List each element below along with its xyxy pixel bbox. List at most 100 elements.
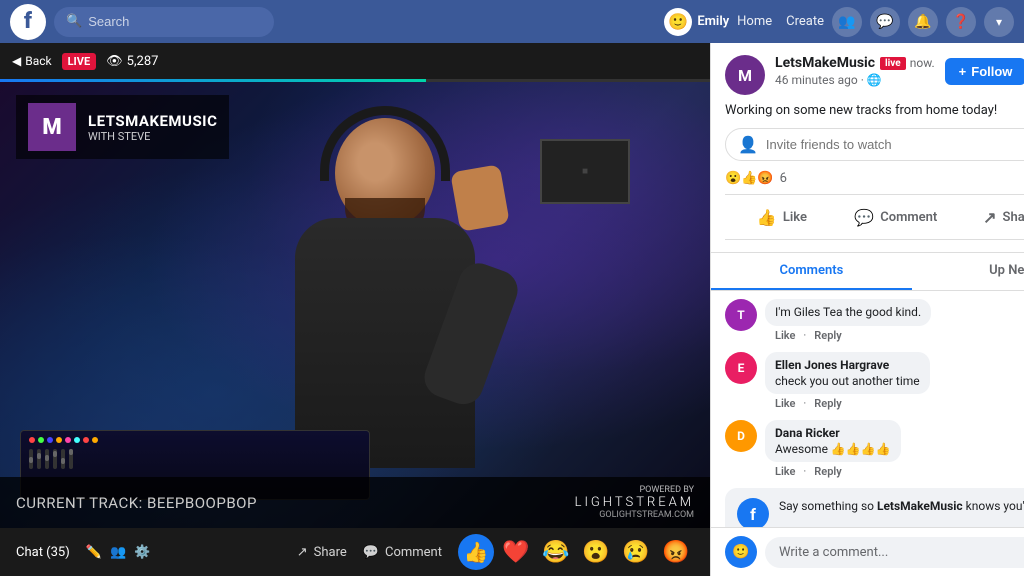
track-label: CURRENT TRACK: xyxy=(16,494,143,512)
comment-icon: 💬 xyxy=(363,545,379,560)
viewer-count: 👁 5,287 xyxy=(106,54,158,69)
channel-sub: WITH STEVE xyxy=(88,130,217,143)
angry-emoji-btn[interactable]: 😡 xyxy=(658,534,694,570)
wow-reaction-icon: 😮 xyxy=(725,171,741,186)
plus-icon: + xyxy=(959,64,967,79)
fb-card-highlight: LetsMakeMusic xyxy=(877,499,963,513)
comment-author: Ellen Jones Hargrave xyxy=(775,358,889,372)
like-emoji-btn[interactable]: 👍 xyxy=(458,534,494,570)
stream-username[interactable]: LetsMakeMusic xyxy=(775,55,875,71)
brand-url: GOLIGHTSTREAM.COM xyxy=(575,510,694,520)
friends-icon[interactable]: 👥 xyxy=(832,7,862,37)
like-action-button[interactable]: 👍 Like xyxy=(725,202,839,233)
facebook-logo[interactable]: f xyxy=(10,4,46,40)
share-arrow-icon: ↗ xyxy=(983,208,996,227)
account-menu-icon[interactable]: ▾ xyxy=(984,7,1014,37)
main-layout: ◀ Back LIVE 👁 5,287 ■ xyxy=(0,43,1024,576)
comment-input-box[interactable]: Write a comment... xyxy=(765,537,1024,568)
like-thumb-icon: 👍 xyxy=(757,208,777,227)
video-area[interactable]: ■ xyxy=(0,79,710,528)
channel-info: LETSMAKEMUSIC WITH STEVE xyxy=(88,112,217,143)
nav-user[interactable]: 🙂 Emily xyxy=(664,8,729,36)
tab-comments[interactable]: Comments xyxy=(711,253,912,290)
comment-text: Awesome 👍👍👍👍 xyxy=(775,442,891,456)
reply-comment-button[interactable]: Reply xyxy=(814,397,841,410)
like-reaction-icon: 👍 xyxy=(741,171,757,186)
channel-logo: M xyxy=(28,103,76,151)
fb-card-text-after: knows you're here! xyxy=(966,499,1024,513)
comment-placeholder: Write a comment... xyxy=(779,545,888,560)
search-input[interactable] xyxy=(88,14,248,29)
stream-time: 46 minutes ago · 🌐 xyxy=(775,73,935,87)
nav-icons: 👥 💬 🔔 ❓ ▾ xyxy=(832,7,1014,37)
emoji-reactions: 👍 ❤️ 😂 😮 😢 😡 xyxy=(458,534,694,570)
monitor-screen: ■ xyxy=(540,139,630,204)
comment-input-area: 🙂 Write a comment... 🙂 xyxy=(711,527,1024,576)
angry-reaction-icon: 😡 xyxy=(757,171,773,186)
comments-area[interactable]: T I'm Giles Tea the good kind. Like · Re… xyxy=(711,291,1024,527)
action-buttons: 👍 Like 💬 Comment ↗ Share ⊞▾ xyxy=(725,194,1024,240)
sad-emoji-btn[interactable]: 😢 xyxy=(618,534,654,570)
follow-button[interactable]: + Follow xyxy=(945,58,1024,85)
powered-by-text: POWERED BY xyxy=(575,485,694,495)
video-progress-bar[interactable] xyxy=(0,79,710,82)
like-comment-button[interactable]: Like xyxy=(775,397,795,410)
tab-upnext[interactable]: Up Next xyxy=(912,253,1024,290)
nav-links: Home Create xyxy=(737,14,824,29)
reply-comment-button[interactable]: Reply xyxy=(814,329,841,342)
list-item: D Dana Ricker Awesome 👍👍👍👍 Like · Reply xyxy=(725,420,1024,478)
reply-comment-button[interactable]: Reply xyxy=(814,465,841,478)
share-action-label: Share xyxy=(1003,210,1024,225)
back-button[interactable]: ◀ Back xyxy=(12,54,52,68)
chat-icons: ✏️ 👥 ⚙️ xyxy=(86,545,151,560)
settings-chat-icon[interactable]: ⚙️ xyxy=(134,545,150,560)
share-action-button[interactable]: ↗ Share xyxy=(953,202,1024,233)
comment-label: Comment xyxy=(385,545,442,560)
channel-name: LETSMAKEMUSIC xyxy=(88,112,217,130)
reaction-icons: 😮 👍 😡 xyxy=(725,171,774,186)
home-link[interactable]: Home xyxy=(737,14,772,29)
people-chat-icon[interactable]: 👥 xyxy=(110,545,126,560)
chat-tab-label: Chat (35) xyxy=(16,545,70,560)
fb-card-icon-1: f xyxy=(737,498,769,527)
progress-fill xyxy=(0,79,426,82)
notifications-icon[interactable]: 🔔 xyxy=(908,7,938,37)
comment-avatar: D xyxy=(725,420,757,452)
stream-live-badge: live xyxy=(880,57,906,70)
laugh-emoji-btn[interactable]: 😂 xyxy=(538,534,574,570)
track-overlay: CURRENT TRACK: BEEPBOOPBOP POWERED BY LI… xyxy=(0,477,710,528)
track-name: BEEPBOOPBOP xyxy=(147,494,257,512)
wow-emoji-btn[interactable]: 😮 xyxy=(578,534,614,570)
messenger-icon[interactable]: 💬 xyxy=(870,7,900,37)
reactions-row: 😮 👍 😡 6 xyxy=(725,171,1024,186)
back-arrow-icon: ◀ xyxy=(12,54,21,68)
invite-input[interactable] xyxy=(766,137,1024,152)
invite-row: 👤 xyxy=(725,128,1024,161)
video-topbar: ◀ Back LIVE 👁 5,287 xyxy=(0,43,710,79)
heart-emoji-btn[interactable]: ❤️ xyxy=(498,534,534,570)
share-button[interactable]: ↗ Share xyxy=(297,545,347,560)
stream-avatar: M xyxy=(725,55,765,95)
live-badge: LIVE xyxy=(62,53,97,70)
comment-button[interactable]: 💬 Comment xyxy=(363,545,442,560)
comment-action-button[interactable]: 💬 Comment xyxy=(839,202,953,233)
person-add-icon: 👤 xyxy=(738,135,758,154)
top-navigation: f 🔍 🙂 Emily Home Create 👥 💬 🔔 ❓ ▾ xyxy=(0,0,1024,43)
list-item: E Ellen Jones Hargrave check you out ano… xyxy=(725,352,1024,410)
search-bar[interactable]: 🔍 xyxy=(54,7,274,37)
comment-bubble: I'm Giles Tea the good kind. xyxy=(765,299,931,326)
stream-description: Working on some new tracks from home tod… xyxy=(725,103,1024,118)
follow-label: Follow xyxy=(971,64,1012,79)
back-label: Back xyxy=(25,54,51,68)
share-label: Share xyxy=(314,545,347,560)
edit-chat-icon[interactable]: ✏️ xyxy=(86,545,102,560)
help-icon[interactable]: ❓ xyxy=(946,7,976,37)
like-action-label: Like xyxy=(783,210,807,225)
like-comment-button[interactable]: Like xyxy=(775,329,795,342)
comment-actions: Like · Reply xyxy=(775,397,930,410)
create-link[interactable]: Create xyxy=(786,14,824,29)
current-track: CURRENT TRACK: BEEPBOOPBOP xyxy=(16,494,257,512)
comment-avatar: T xyxy=(725,299,757,331)
like-comment-button[interactable]: Like xyxy=(775,465,795,478)
fb-info-card-1: f Say something so LetsMakeMusic knows y… xyxy=(725,488,1024,527)
